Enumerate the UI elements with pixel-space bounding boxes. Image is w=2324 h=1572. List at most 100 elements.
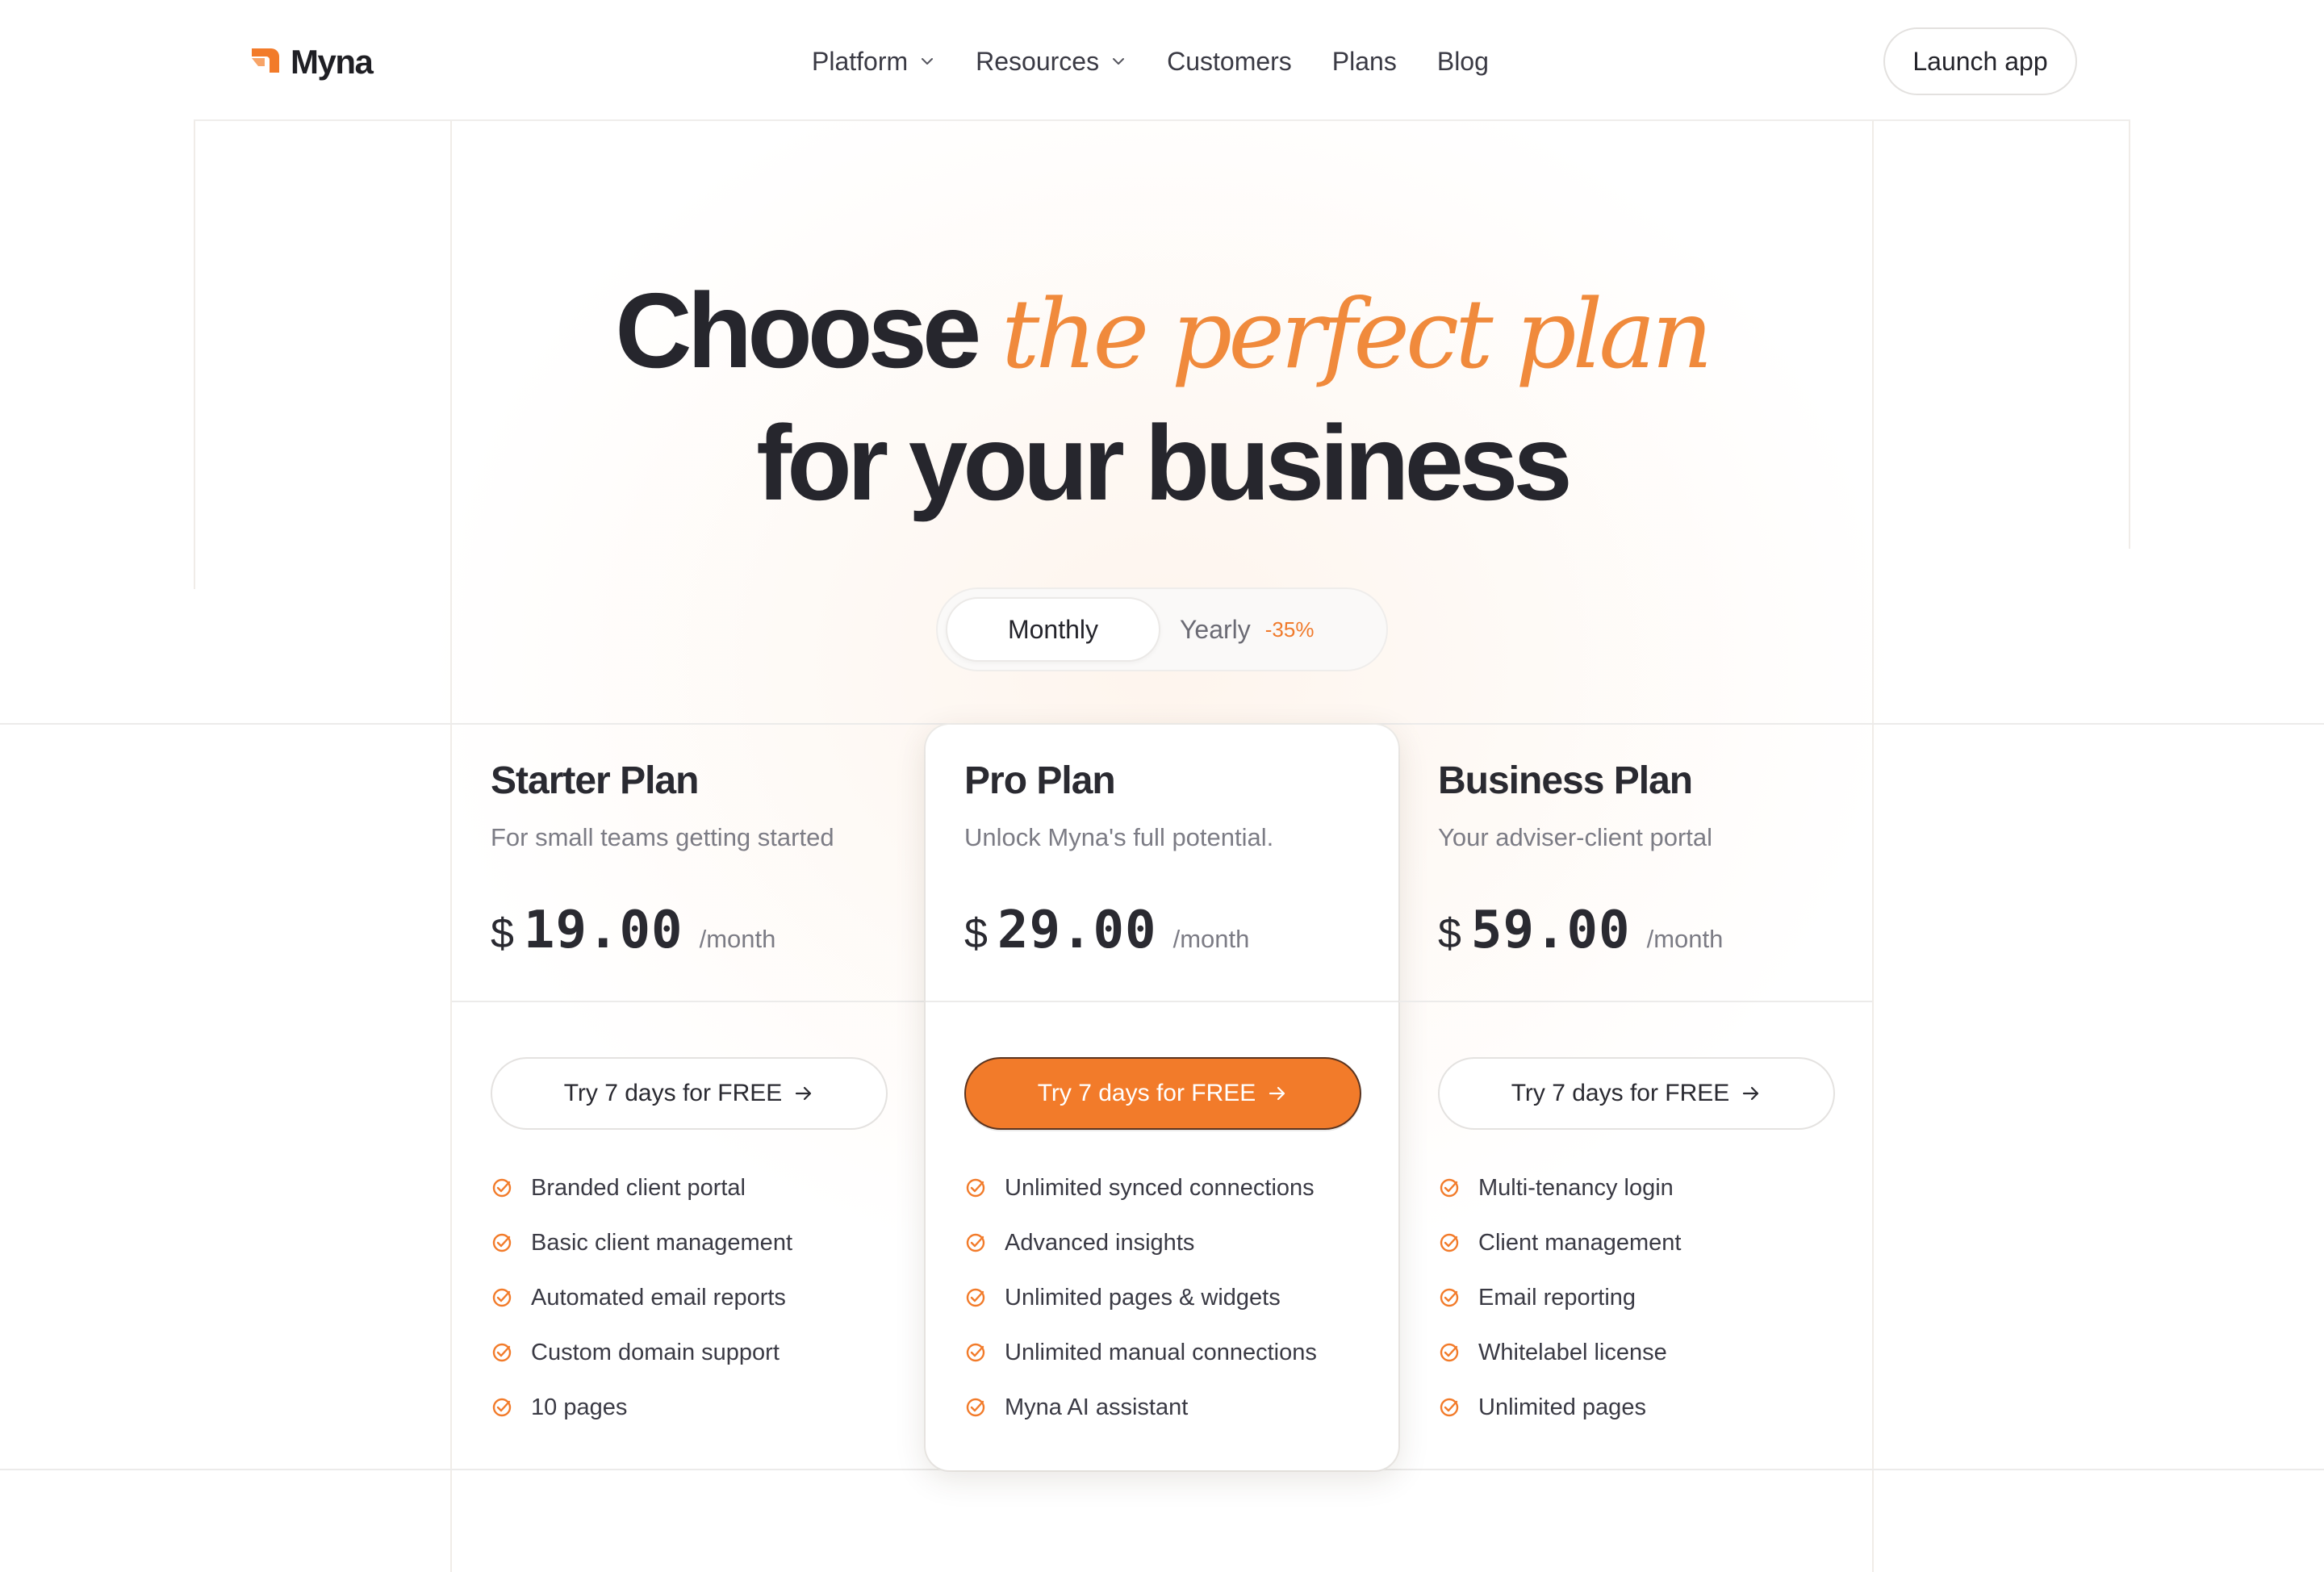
launch-app-button[interactable]: Launch app	[1883, 27, 2077, 95]
nav-item-label: Resources	[976, 46, 1100, 76]
title-lead: Choose	[615, 271, 981, 390]
arrow-right-icon	[1743, 1086, 1759, 1101]
plan-title: Pro Plan	[964, 759, 1116, 802]
billing-toggle: Monthly Yearly -35%	[936, 587, 1388, 671]
check-circle-icon	[492, 1343, 512, 1362]
plan-card-business: Business Plan Your adviser-client portal…	[1399, 725, 1872, 1470]
feature-label: Client management	[1478, 1229, 1682, 1256]
plan-card-pro: Pro Plan Unlock Myna's full potential. $…	[926, 725, 1398, 1470]
check-circle-icon	[492, 1233, 512, 1252]
list-item: Multi-tenancy login	[1438, 1160, 1681, 1215]
price-period: /month	[1172, 925, 1250, 953]
title-line-2: for your business	[756, 403, 1573, 522]
feature-label: Unlimited manual connections	[1005, 1339, 1317, 1365]
plan-title: Starter Plan	[491, 759, 699, 802]
plan-title: Business Plan	[1438, 759, 1693, 802]
check-circle-icon	[1440, 1398, 1459, 1417]
starter-trial-button[interactable]: Try 7 days for FREE	[491, 1057, 888, 1130]
feature-label: Unlimited synced connections	[1005, 1174, 1315, 1201]
check-circle-icon	[966, 1233, 985, 1252]
feature-label: Email reporting	[1478, 1284, 1636, 1311]
grid-line	[1872, 0, 1874, 1572]
divider	[1399, 1001, 1872, 1002]
brand-logo[interactable]: Myna	[247, 42, 374, 82]
list-item: 10 pages	[491, 1380, 792, 1435]
price-currency: $	[1438, 910, 1461, 957]
pro-trial-button[interactable]: Try 7 days for FREE	[964, 1057, 1361, 1130]
divider	[926, 1001, 1398, 1002]
check-circle-icon	[492, 1178, 512, 1198]
title-accent: the perfect plan	[1001, 278, 1713, 390]
divider	[452, 1001, 925, 1002]
price-currency: $	[491, 910, 514, 957]
arrow-right-icon	[1269, 1086, 1285, 1101]
check-circle-icon	[1440, 1233, 1459, 1252]
list-item: Whitelabel license	[1438, 1325, 1681, 1380]
plan-subtitle: For small teams getting started	[491, 823, 834, 851]
plan-card-starter: Starter Plan For small teams getting sta…	[452, 725, 925, 1470]
nav-item-customers[interactable]: Customers	[1167, 47, 1292, 77]
price-amount: 59.00	[1470, 901, 1631, 960]
feature-label: Multi-tenancy login	[1478, 1174, 1674, 1201]
arrow-right-icon	[796, 1086, 812, 1101]
nav-item-platform[interactable]: Platform	[812, 47, 935, 77]
nav-links: Platform Resources Customers Plans Blog	[812, 42, 1529, 81]
nav-item-label: Platform	[812, 46, 909, 76]
plan-price: $ 19.00 /month	[491, 901, 775, 960]
list-item: Unlimited pages & widgets	[964, 1270, 1317, 1325]
check-circle-icon	[1440, 1288, 1459, 1307]
nav-item-label: Customers	[1167, 46, 1292, 76]
check-circle-icon	[492, 1398, 512, 1417]
price-period: /month	[699, 925, 776, 953]
feature-list: Branded client portal Basic client manag…	[491, 1160, 792, 1435]
feature-label: Unlimited pages	[1478, 1394, 1646, 1420]
feature-label: Branded client portal	[531, 1174, 746, 1201]
billing-yearly-option[interactable]: Yearly -35%	[1180, 597, 1314, 662]
discount-badge: -35%	[1264, 617, 1315, 642]
check-circle-icon	[966, 1398, 985, 1417]
feature-label: 10 pages	[531, 1394, 628, 1420]
feature-label: Basic client management	[531, 1229, 792, 1256]
chevron-down-icon	[1113, 58, 1125, 65]
check-circle-icon	[1440, 1178, 1459, 1198]
plan-subtitle: Your adviser-client portal	[1438, 823, 1713, 851]
billing-monthly-option[interactable]: Monthly	[946, 597, 1160, 662]
nav-item-resources[interactable]: Resources	[976, 47, 1126, 77]
plan-price: $ 59.00 /month	[1438, 901, 1723, 960]
feature-list: Multi-tenancy login Client management Em…	[1438, 1160, 1681, 1435]
list-item: Advanced insights	[964, 1215, 1317, 1270]
plan-price: $ 29.00 /month	[964, 901, 1249, 960]
list-item: Basic client management	[491, 1215, 792, 1270]
list-item: Branded client portal	[491, 1160, 792, 1215]
nav-item-plans[interactable]: Plans	[1332, 47, 1397, 77]
feature-label: Automated email reports	[531, 1284, 786, 1311]
price-currency: $	[964, 910, 988, 957]
check-circle-icon	[492, 1288, 512, 1307]
feature-label: Myna AI assistant	[1005, 1394, 1189, 1420]
check-circle-icon	[966, 1288, 985, 1307]
check-circle-icon	[1440, 1343, 1459, 1362]
hero: Choose the perfect plan for your busines…	[0, 266, 2324, 528]
list-item: Email reporting	[1438, 1270, 1681, 1325]
list-item: Unlimited manual connections	[964, 1325, 1317, 1380]
check-circle-icon	[966, 1178, 985, 1198]
feature-label: Unlimited pages & widgets	[1005, 1284, 1281, 1311]
nav-item-label: Plans	[1331, 46, 1397, 76]
price-amount: 19.00	[523, 901, 683, 960]
list-item: Custom domain support	[491, 1325, 792, 1380]
chevron-down-icon	[922, 58, 934, 65]
feature-label: Whitelabel license	[1478, 1339, 1667, 1365]
brand-name: Myna	[290, 42, 374, 81]
business-trial-button[interactable]: Try 7 days for FREE	[1438, 1057, 1835, 1130]
price-amount: 29.00	[997, 901, 1157, 960]
list-item: Myna AI assistant	[964, 1380, 1317, 1435]
cta-label: Try 7 days for FREE	[563, 1080, 783, 1106]
nav-item-label: Blog	[1436, 46, 1489, 76]
check-circle-icon	[966, 1343, 985, 1362]
feature-label: Advanced insights	[1005, 1229, 1195, 1256]
feature-list: Unlimited synced connections Advanced in…	[964, 1160, 1317, 1435]
feature-label: Custom domain support	[531, 1339, 780, 1365]
page-title: Choose the perfect plan	[0, 266, 2324, 399]
price-period: /month	[1646, 925, 1724, 953]
nav-item-blog[interactable]: Blog	[1437, 47, 1489, 77]
